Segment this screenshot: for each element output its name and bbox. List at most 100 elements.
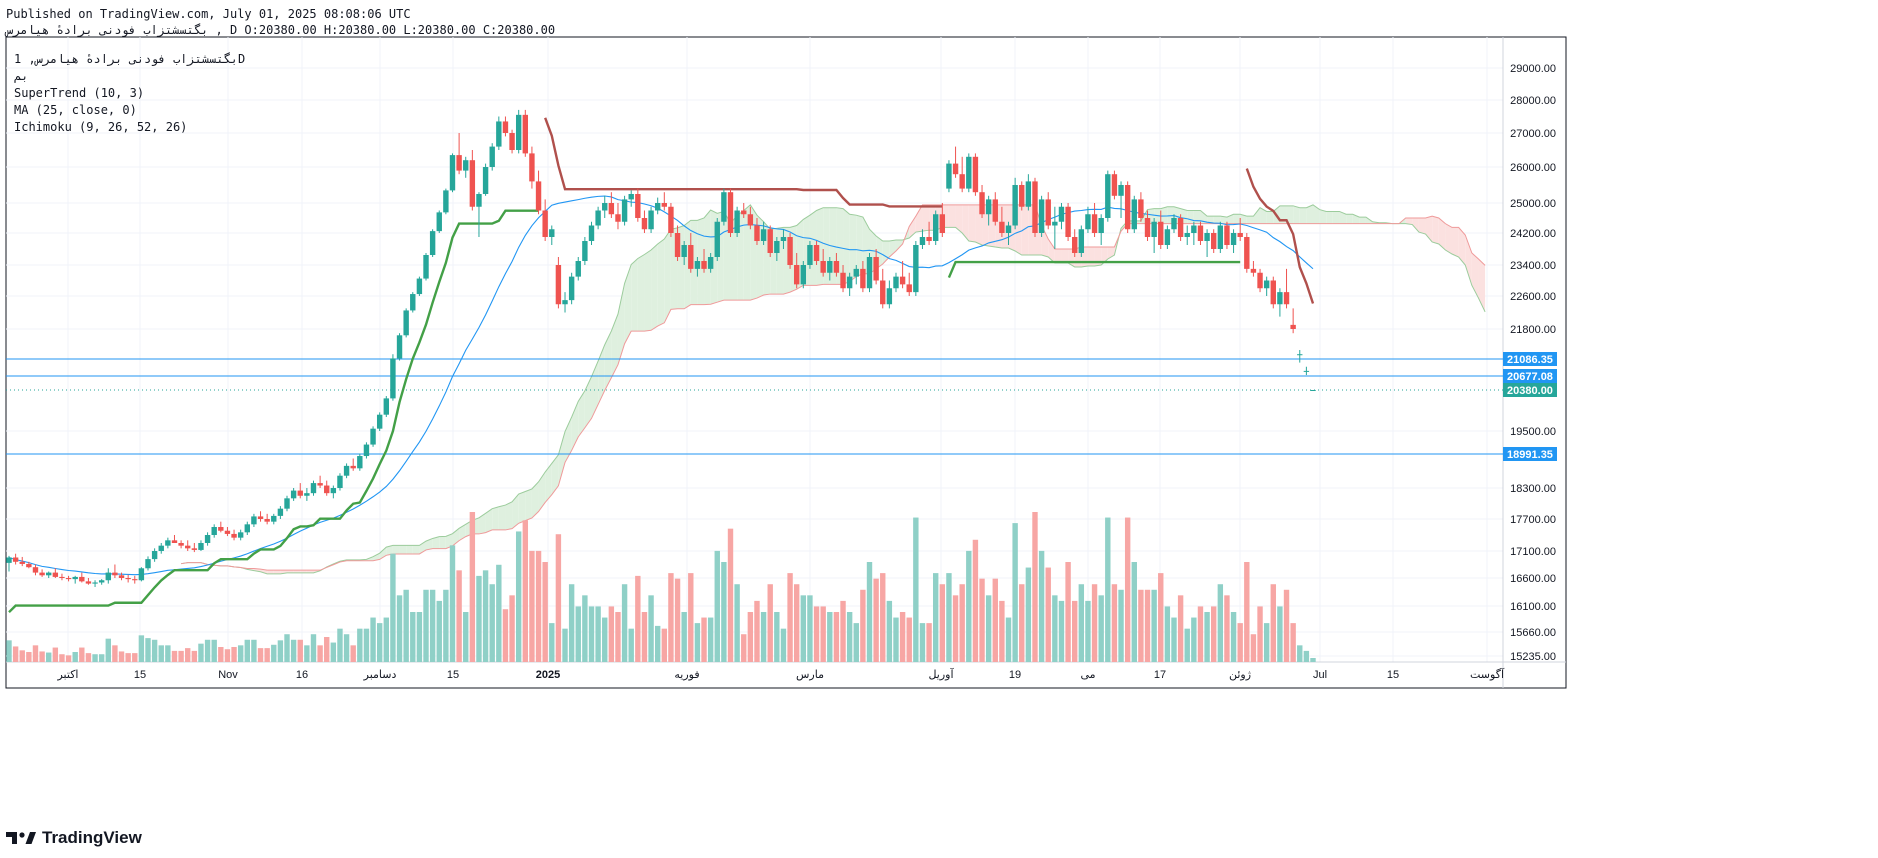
candle-body [562,300,568,305]
candle [509,129,515,154]
candle-body [482,167,489,194]
volume-bar [820,606,826,662]
candle-body [1257,272,1263,289]
candle-body [1085,214,1091,230]
candle-body [1297,354,1303,356]
candle-body [1005,225,1012,233]
candle [416,276,423,296]
candle-body [456,155,462,171]
volume-bar [793,584,800,662]
candle [1310,390,1316,391]
candle-body [6,557,12,563]
volume-bar [370,617,376,662]
volume-bar [509,595,515,662]
time-tick-label: Jul [1313,669,1327,681]
candle [158,543,164,554]
volume-bar [463,612,469,662]
price-tick-label: 26000.00 [1510,162,1556,174]
candle-body [165,540,171,546]
volume-bar [125,653,131,662]
candle [370,426,376,447]
candle-body [979,192,985,215]
volume-bar [257,648,264,662]
candle [1283,268,1290,309]
volume-bar [1019,584,1025,662]
candle [1204,229,1210,257]
supertrend-up-line [8,209,539,614]
candle [264,513,270,525]
cloud-segment [492,506,499,530]
candle-body [946,163,952,189]
candle-body [158,545,164,551]
candle [1118,181,1124,218]
volume-bar [853,623,859,662]
volume-bar [350,645,356,662]
volume-bar [204,639,211,662]
legend-indicator-ma[interactable]: MA (25, close, 0) [14,102,245,119]
volume-bar [615,612,621,662]
candle [1263,276,1270,296]
candle-body [880,280,886,305]
volume-bar [1105,517,1111,662]
candle-body [1158,221,1164,245]
candle-body [621,199,628,222]
candle-body [701,261,707,269]
candle [284,495,290,512]
candle [807,241,813,269]
candle-body [1019,185,1025,207]
cloud-segment [637,254,645,332]
volume-bar [641,612,648,662]
legend-indicator-ichimoku[interactable]: Ichimoku (9, 26, 52, 26) [14,119,245,136]
candle-body [271,515,277,522]
candle-body [760,229,767,241]
volume-bar [1118,589,1124,662]
volume-bar [46,652,52,662]
candle-body [1283,292,1290,305]
volume-bar [827,612,833,662]
candle [403,308,409,338]
volume-bar [985,595,992,662]
candle [1257,268,1263,293]
volume-bar [476,575,482,662]
candle-body [681,245,687,257]
price-chart[interactable]: 29000.00 28000.00 27000.00 26000.00 25000.00… [0,0,1878,858]
candle [423,253,429,281]
candle [721,188,727,226]
candle [383,396,389,418]
legend-symbol[interactable]: بگتسشتزاب فودنی برادهٔ هیامرس, 1D [14,51,245,68]
volume-bar [734,584,740,662]
volume-bar [1310,658,1316,662]
volume-bar [1290,623,1296,662]
candle-body [1270,280,1276,305]
cloud-segment [399,545,407,554]
volume-bar [860,589,866,662]
volume-bar [1277,606,1283,662]
candle [1138,192,1144,222]
volume-bar [304,645,310,662]
tradingview-logo[interactable]: TradingView [6,828,142,848]
volume-bar [1211,606,1217,662]
volume-bar [1012,523,1018,662]
time-axis: اکتبر 15 Nov 16 دسامبر 15 2025 فوریه مارس آوریل 19… [56,667,1504,681]
candle [595,206,601,230]
volume-bar [747,612,754,662]
price-badge: 20380.00 [1503,383,1557,397]
candle [39,569,45,577]
price-tick-label: 28000.00 [1510,95,1556,107]
legend-indicator-supertrend[interactable]: SuperTrend (10, 3) [14,85,245,102]
candle [198,540,204,551]
volume-bar [1065,562,1071,662]
volume-bar [933,573,939,662]
candle-body [429,231,436,255]
candle [337,473,343,491]
candle [972,153,979,196]
volume-bar [1131,562,1137,662]
candle [1250,261,1257,277]
candle-body [204,535,211,543]
cloud-segment [558,431,566,486]
candle [1052,206,1058,249]
candle-body [218,527,224,531]
volume-bar [1038,550,1045,662]
volume-bar [787,573,793,662]
candle-body [416,278,423,295]
